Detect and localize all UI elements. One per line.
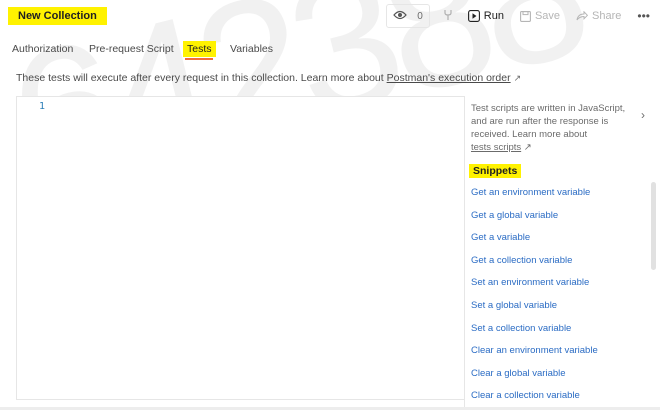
header-actions: 0 Run Save Share ••• <box>386 4 652 28</box>
tab-pre-request-script[interactable]: Pre-request Script <box>89 41 174 57</box>
line-number: 1 <box>39 101 46 112</box>
watch-count: 0 <box>417 10 423 22</box>
external-link-icon: ↗ <box>523 142 532 153</box>
active-tab-indicator <box>185 58 213 60</box>
tab-tests[interactable]: Tests <box>183 41 216 57</box>
eye-icon <box>393 7 407 25</box>
fork-button[interactable] <box>436 5 460 27</box>
snippet-item[interactable]: Get a collection variable <box>471 254 641 277</box>
snippet-item[interactable]: Set a collection variable <box>471 322 641 345</box>
snippets-title: Snippets <box>469 164 522 178</box>
tab-variables[interactable]: Variables <box>230 41 273 57</box>
collection-title[interactable]: New Collection <box>8 7 107 25</box>
sidebar-desc-line: and are run after the response is <box>471 116 609 127</box>
snippets-sidebar: Test scripts are written in JavaScript, … <box>464 96 660 410</box>
tab-authorization[interactable]: Authorization <box>12 41 73 57</box>
watch-button[interactable]: 0 <box>386 4 430 28</box>
run-button[interactable]: Run <box>467 5 504 27</box>
snippets-scrollbar[interactable] <box>651 182 656 270</box>
external-link-icon: ↗ <box>513 73 522 83</box>
snippets-list: Get an environment variable Get a global… <box>471 186 641 412</box>
save-icon <box>520 10 531 22</box>
snippet-item[interactable]: Set an environment variable <box>471 276 641 299</box>
test-script-editor[interactable]: 1 <box>16 96 465 400</box>
tests-info-text: These tests will execute after every req… <box>16 72 387 84</box>
snippet-item[interactable]: Clear a global variable <box>471 367 641 390</box>
sidebar-desc-line: Test scripts are written in JavaScript, <box>471 103 626 114</box>
snippet-item[interactable]: Set a global variable <box>471 299 641 322</box>
collection-tabs: Authorization Pre-request Script Tests V… <box>0 38 660 60</box>
sidebar-desc-line: received. Learn more about <box>471 129 588 140</box>
editor-gutter: 1 <box>17 97 57 399</box>
collapse-sidebar-chevron-icon[interactable]: › <box>641 108 645 122</box>
collection-header: New Collection 0 Run Save Share ••• <box>0 0 660 33</box>
save-button[interactable]: Save <box>520 5 560 27</box>
snippet-item[interactable]: Get a global variable <box>471 209 641 232</box>
save-label: Save <box>534 10 561 22</box>
snippet-item[interactable]: Get a variable <box>471 231 641 254</box>
sidebar-description: Test scripts are written in JavaScript, … <box>471 102 631 154</box>
play-icon <box>467 10 480 22</box>
more-options-button[interactable]: ••• <box>637 9 650 23</box>
execution-order-link[interactable]: Postman's execution order <box>387 72 511 84</box>
snippet-item[interactable]: Get an environment variable <box>471 186 641 209</box>
tests-scripts-link[interactable]: tests scripts <box>471 142 521 153</box>
tests-info: These tests will execute after every req… <box>16 72 521 84</box>
share-label: Share <box>592 10 622 22</box>
run-label: Run <box>483 10 504 22</box>
snippet-item[interactable]: Clear an environment variable <box>471 344 641 367</box>
fork-icon <box>443 9 453 24</box>
share-button[interactable]: Share <box>576 5 621 27</box>
share-icon <box>576 11 589 21</box>
